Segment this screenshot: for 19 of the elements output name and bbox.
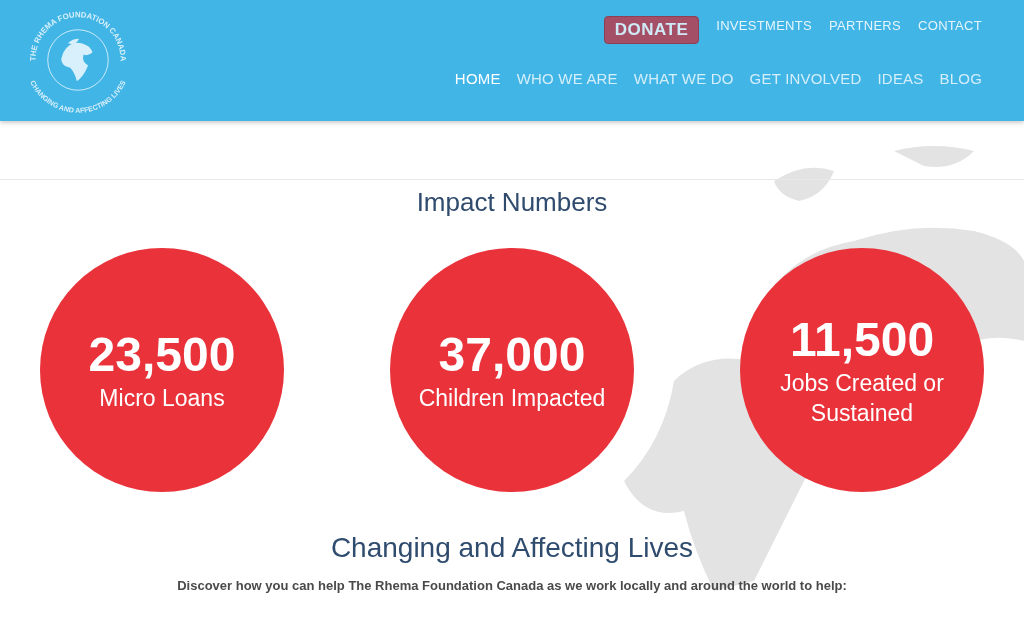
nav-link[interactable]: IDEAS	[877, 70, 924, 87]
stat-label: Micro Loans	[98, 384, 226, 413]
nav-link[interactable]: BLOG	[939, 70, 982, 87]
top-link[interactable]: INVESTMENTS	[716, 17, 813, 33]
donate-button[interactable]: DONATE	[603, 16, 700, 44]
nav-link[interactable]: WHAT WE DO	[633, 70, 734, 87]
nav-link[interactable]: HOME	[454, 70, 501, 87]
stat-number: 11,500	[789, 312, 935, 368]
section-title: Impact Numbers	[416, 187, 608, 218]
stat-number: 37,000	[438, 327, 586, 383]
stat-label: Children Impacted	[417, 384, 607, 413]
top-link[interactable]: CONTACT	[918, 17, 982, 33]
stat-number: 23,500	[88, 327, 236, 383]
nav-link[interactable]: WHO WE ARE	[516, 70, 618, 87]
section-title: Changing and Affecting Lives	[330, 532, 694, 564]
intro-text: Discover how you can help The Rhema Foundation Canada as we work locally and around the world to help:	[177, 578, 847, 593]
top-link[interactable]: PARTNERS	[829, 17, 902, 33]
stat-label: Jobs Created or Sustained	[779, 369, 945, 428]
nav-link[interactable]: GET INVOLVED	[749, 70, 862, 87]
